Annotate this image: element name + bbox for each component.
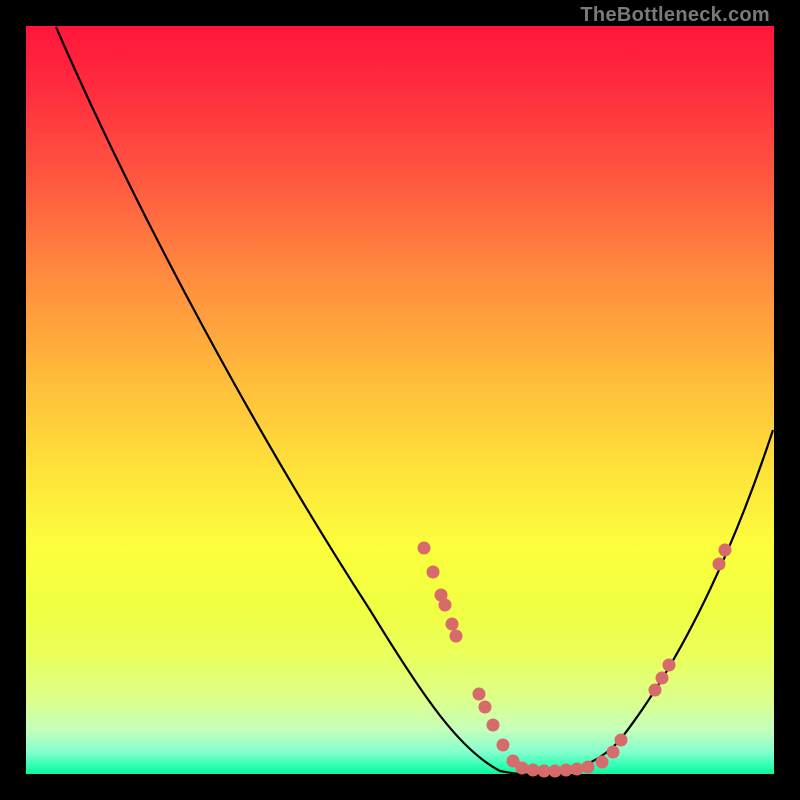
chart-plot-area — [26, 26, 774, 774]
attribution-watermark: TheBottleneck.com — [580, 4, 770, 27]
